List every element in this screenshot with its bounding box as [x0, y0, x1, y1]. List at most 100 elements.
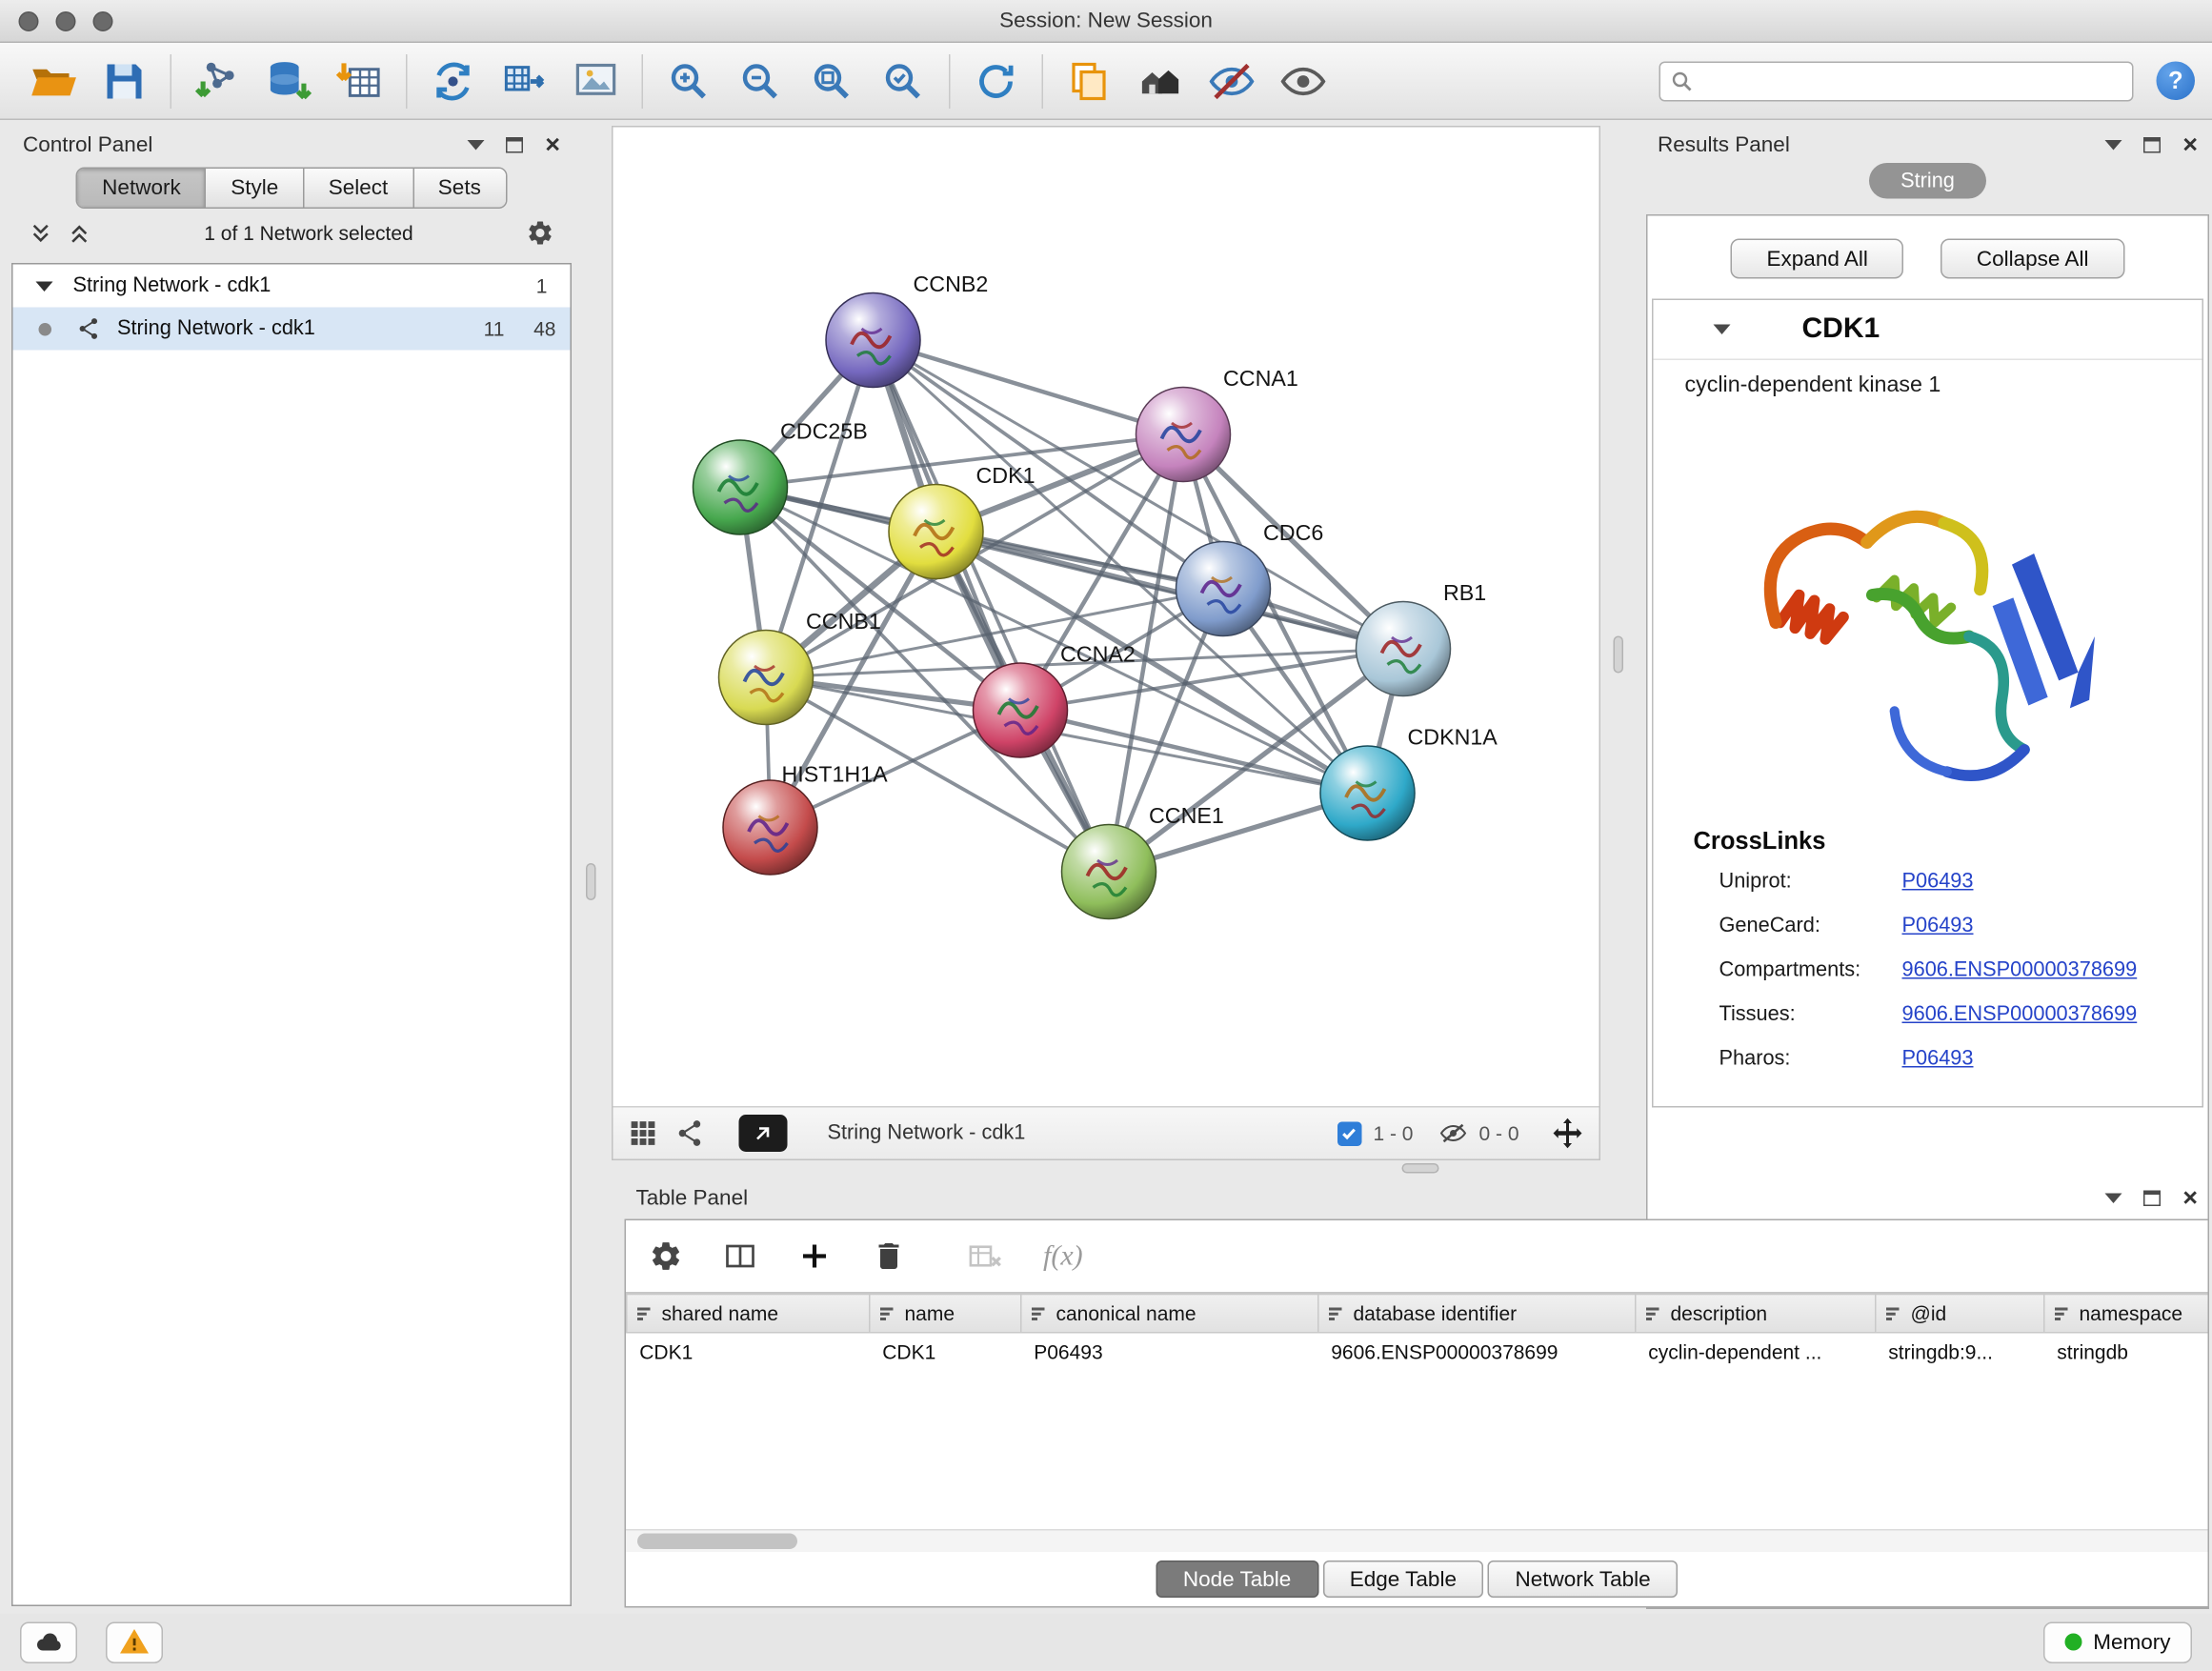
hidden-eye-slash-icon[interactable]: [1438, 1119, 1467, 1148]
table-row[interactable]: CDK1CDK1P064939606.ENSP00000378699cyclin…: [627, 1333, 2208, 1372]
tab-style[interactable]: Style: [207, 169, 305, 208]
network-row[interactable]: String Network - cdk1 11 48: [13, 308, 571, 351]
table-panel-title: Table Panel: [636, 1185, 749, 1210]
network-node-count: 11: [484, 317, 505, 340]
network-node-CDK1[interactable]: CDK1: [889, 463, 1036, 579]
hide-selection-button[interactable]: [1196, 48, 1268, 113]
column-header-namespace[interactable]: namespace: [2044, 1294, 2208, 1333]
float-panel-icon[interactable]: [2144, 1190, 2162, 1206]
float-panel-icon[interactable]: [2144, 136, 2162, 152]
refresh-view-button[interactable]: [960, 48, 1032, 113]
tab-string[interactable]: String: [1869, 163, 1986, 199]
network-to-table-button[interactable]: [489, 48, 560, 113]
column-header--id[interactable]: @id: [1876, 1294, 2044, 1333]
show-all-button[interactable]: [1268, 48, 1339, 113]
export-image-button[interactable]: [560, 48, 632, 113]
tree-disclosure-icon[interactable]: [36, 281, 53, 292]
zoom-fit-button[interactable]: [796, 48, 868, 113]
cloud-status-button[interactable]: [20, 1621, 77, 1663]
network-node-CCNB1[interactable]: CCNB1: [719, 609, 881, 725]
tab-edge-table[interactable]: Edge Table: [1322, 1560, 1483, 1598]
delete-icon[interactable]: [872, 1239, 906, 1274]
zoom-window-button[interactable]: [93, 11, 113, 31]
import-table-button[interactable]: [325, 48, 396, 113]
zoom-selected-button[interactable]: [868, 48, 939, 113]
tab-network-table[interactable]: Network Table: [1488, 1560, 1678, 1598]
eye-slash-icon: [1208, 56, 1257, 105]
import-network-file-button[interactable]: [182, 48, 253, 113]
import-network-database-button[interactable]: [253, 48, 325, 113]
network-view-toolbar: String Network - cdk1 1 - 0 0 - 0: [613, 1106, 1599, 1159]
search-input[interactable]: [1659, 61, 2134, 101]
network-label: String Network - cdk1: [117, 317, 315, 340]
crosslink-link[interactable]: 9606.ENSP00000378699: [1902, 1002, 2138, 1025]
gear-icon[interactable]: [526, 219, 554, 248]
network-canvas[interactable]: CCNB2CCNA1CDC25BCDK1CDC6RB1CCNB1CCNA2CDK…: [613, 128, 1599, 1107]
tab-select[interactable]: Select: [304, 169, 413, 208]
crosslink-link[interactable]: P06493: [1902, 870, 1974, 893]
gear-icon[interactable]: [649, 1239, 683, 1274]
minimize-window-button[interactable]: [56, 11, 76, 31]
network-node-RB1[interactable]: RB1: [1357, 580, 1487, 696]
pan-move-icon[interactable]: [1551, 1117, 1585, 1151]
network-share-icon[interactable]: [676, 1117, 708, 1149]
crosslink-link[interactable]: P06493: [1902, 1047, 1974, 1070]
column-header-shared-name[interactable]: shared name: [627, 1294, 870, 1333]
tab-network[interactable]: Network: [78, 169, 207, 208]
zoom-out-button[interactable]: [725, 48, 796, 113]
network-node-CDKN1A[interactable]: CDKN1A: [1320, 725, 1498, 841]
tab-node-table[interactable]: Node Table: [1156, 1560, 1317, 1598]
float-panel-icon[interactable]: [507, 136, 524, 152]
expand-all-tree-icon[interactable]: [29, 221, 53, 246]
collapse-panel-icon[interactable]: [468, 139, 485, 150]
column-header-database-identifier[interactable]: database identifier: [1318, 1294, 1636, 1333]
expand-all-button[interactable]: Expand All: [1731, 239, 1903, 279]
network-node-HIST1H1A[interactable]: HIST1H1A: [723, 762, 888, 876]
crosslink-link[interactable]: P06493: [1902, 914, 1974, 936]
close-panel-icon[interactable]: ×: [2182, 131, 2198, 157]
collapse-panel-icon[interactable]: [2105, 1193, 2122, 1203]
open-session-button[interactable]: [17, 48, 89, 113]
crosslink-label: GeneCard:: [1719, 914, 1902, 936]
splitter-handle[interactable]: [586, 863, 596, 900]
home-button[interactable]: [1125, 48, 1196, 113]
help-button[interactable]: ?: [2157, 62, 2196, 101]
collapse-section-icon[interactable]: [1714, 325, 1731, 335]
network-node-CDC6[interactable]: CDC6: [1176, 520, 1324, 636]
columns-icon[interactable]: [723, 1239, 757, 1274]
column-header-canonical-name[interactable]: canonical name: [1021, 1294, 1318, 1333]
copy-document-button[interactable]: [1054, 48, 1125, 113]
close-panel-icon[interactable]: ×: [2182, 1185, 2198, 1211]
column-header-name[interactable]: name: [870, 1294, 1021, 1333]
results-panel-title: Results Panel: [1658, 132, 1790, 157]
open-in-new-window-button[interactable]: [739, 1115, 788, 1152]
network-edge[interactable]: [874, 340, 1110, 872]
scrollbar-thumb[interactable]: [637, 1534, 797, 1550]
network-node-CCNA1[interactable]: CCNA1: [1136, 366, 1298, 482]
splitter-handle[interactable]: [1402, 1163, 1439, 1174]
collapse-panel-icon[interactable]: [2105, 139, 2122, 150]
memory-button[interactable]: Memory: [2043, 1621, 2192, 1663]
selected-checkbox[interactable]: [1337, 1121, 1362, 1146]
apply-layout-button[interactable]: [417, 48, 489, 113]
crosslink-link[interactable]: 9606.ENSP00000378699: [1902, 958, 2138, 981]
function-builder-button[interactable]: f(x): [1043, 1239, 1083, 1273]
warnings-button[interactable]: [106, 1621, 163, 1663]
birdseye-grid-icon[interactable]: [628, 1117, 659, 1149]
add-icon[interactable]: [797, 1239, 832, 1274]
import-table-icon: [336, 56, 385, 105]
zoom-selected-icon: [880, 58, 926, 104]
splitter-handle[interactable]: [1614, 636, 1624, 674]
tab-sets[interactable]: Sets: [413, 169, 505, 208]
network-edge[interactable]: [874, 340, 1184, 434]
zoom-in-button[interactable]: [654, 48, 725, 113]
column-header-description[interactable]: description: [1636, 1294, 1876, 1333]
save-session-button[interactable]: [89, 48, 160, 113]
protein-card-header[interactable]: CDK1: [1654, 300, 2202, 360]
network-collection-row[interactable]: String Network - cdk1 1: [13, 265, 571, 308]
close-panel-icon[interactable]: ×: [545, 131, 560, 157]
table-horizontal-scrollbar[interactable]: [626, 1529, 2208, 1552]
collapse-all-button[interactable]: Collapse All: [1941, 239, 2124, 279]
collapse-all-tree-icon[interactable]: [68, 221, 92, 246]
close-window-button[interactable]: [19, 11, 39, 31]
